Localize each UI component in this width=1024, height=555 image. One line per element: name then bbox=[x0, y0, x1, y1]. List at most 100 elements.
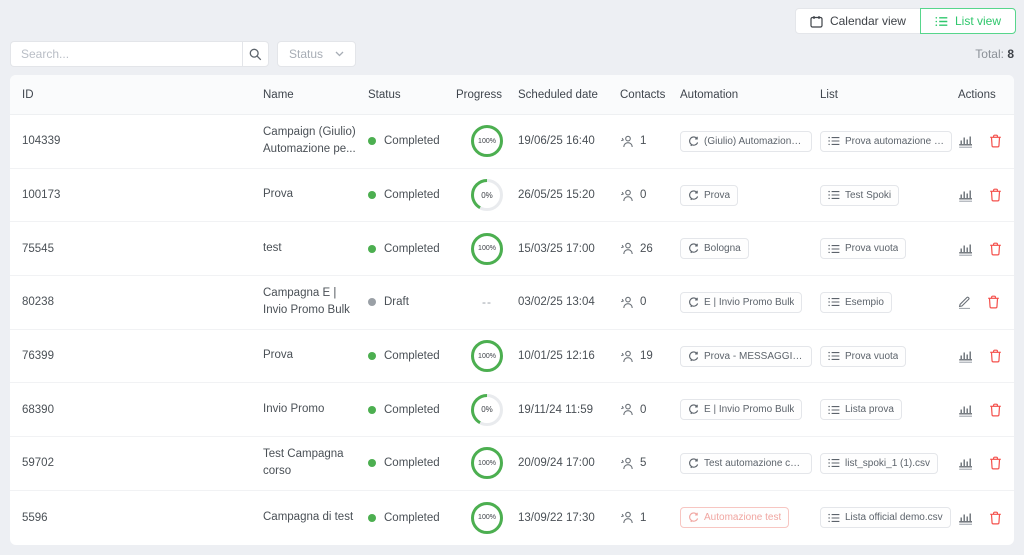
stats-button[interactable] bbox=[958, 456, 973, 470]
delete-button[interactable] bbox=[989, 511, 1002, 525]
column-header-progress: Progress bbox=[456, 89, 518, 101]
bar-chart-icon bbox=[958, 134, 973, 148]
users-icon bbox=[620, 457, 634, 470]
status-filter-select[interactable]: Status bbox=[277, 41, 356, 67]
trash-icon bbox=[989, 456, 1002, 470]
campaign-id: 76399 bbox=[22, 350, 263, 362]
progress-ring: 100% bbox=[470, 339, 504, 373]
automation-icon bbox=[688, 243, 699, 254]
status-label: Completed bbox=[384, 512, 440, 524]
delete-button[interactable] bbox=[989, 242, 1002, 256]
delete-button[interactable] bbox=[989, 349, 1002, 363]
scheduled-date: 15/03/25 17:00 bbox=[518, 243, 620, 255]
list-icon bbox=[828, 351, 840, 361]
column-header-scheduled-date: Scheduled date bbox=[518, 89, 620, 101]
automation-badge: Bologna bbox=[680, 238, 749, 259]
delete-button[interactable] bbox=[989, 456, 1002, 470]
progress-cell: 0% 0% bbox=[456, 393, 518, 427]
list-icon bbox=[828, 405, 840, 415]
total-value: 8 bbox=[1007, 47, 1014, 61]
progress-ring: 0% bbox=[470, 178, 504, 212]
bar-chart-icon bbox=[958, 188, 973, 202]
list-badge: Test Spoki bbox=[820, 185, 899, 206]
stats-button[interactable] bbox=[958, 134, 973, 148]
contacts-count: 1 bbox=[640, 135, 646, 147]
automation-label: Test automazione corso bbox=[704, 458, 804, 469]
delete-button[interactable] bbox=[989, 134, 1002, 148]
users-icon bbox=[620, 511, 634, 524]
status-dot bbox=[368, 137, 376, 145]
stats-button[interactable] bbox=[958, 242, 973, 256]
list-icon bbox=[828, 513, 840, 523]
scheduled-date: 19/11/24 11:59 bbox=[518, 404, 620, 416]
users-icon bbox=[620, 403, 634, 416]
automation-cell: Prova bbox=[680, 185, 820, 206]
list-badge: Prova vuota bbox=[820, 346, 906, 367]
progress-cell: 100% 100% bbox=[456, 446, 518, 480]
automation-badge: Test automazione corso bbox=[680, 453, 812, 474]
automation-cell: Test automazione corso bbox=[680, 453, 820, 474]
users-icon bbox=[620, 242, 634, 255]
status-label: Completed bbox=[384, 350, 440, 362]
status-label: Completed bbox=[384, 189, 440, 201]
automation-cell: Bologna bbox=[680, 238, 820, 259]
list-cell: Lista official demo.csv bbox=[820, 507, 958, 528]
automation-badge: E | Invio Promo Bulk bbox=[680, 399, 802, 420]
status-dot bbox=[368, 352, 376, 360]
stats-button[interactable] bbox=[958, 511, 973, 525]
stats-button[interactable] bbox=[958, 188, 973, 202]
status-filter-label: Status bbox=[289, 47, 323, 61]
column-header-id: ID bbox=[22, 89, 263, 101]
contacts-count: 19 bbox=[640, 350, 653, 362]
table-header: ID Name Status Progress Scheduled date C… bbox=[10, 75, 1014, 115]
column-header-name: Name bbox=[263, 89, 368, 101]
campaign-id: 80238 bbox=[22, 296, 263, 308]
progress-cell: -- -- bbox=[456, 295, 518, 309]
users-icon bbox=[620, 350, 634, 363]
search-button[interactable] bbox=[242, 41, 269, 67]
automation-label: Automazione test bbox=[704, 512, 781, 523]
contacts-count: 0 bbox=[640, 404, 646, 416]
list-icon bbox=[828, 190, 840, 200]
campaign-name: Campaign (Giulio) Automazione pe... bbox=[263, 124, 368, 159]
trash-icon bbox=[989, 403, 1002, 417]
edit-button[interactable] bbox=[958, 295, 971, 309]
delete-button[interactable] bbox=[989, 403, 1002, 417]
progress-ring: 100% bbox=[470, 501, 504, 535]
calendar-view-button[interactable]: Calendar view bbox=[795, 8, 921, 34]
status-dot bbox=[368, 459, 376, 467]
search-input[interactable] bbox=[10, 41, 242, 67]
list-label: Lista official demo.csv bbox=[845, 512, 943, 523]
list-cell: Lista prova bbox=[820, 399, 958, 420]
list-icon bbox=[828, 297, 840, 307]
automation-icon bbox=[688, 190, 699, 201]
campaign-id: 100173 bbox=[22, 189, 263, 201]
column-header-contacts: Contacts bbox=[620, 89, 680, 101]
scheduled-date: 26/05/25 15:20 bbox=[518, 189, 620, 201]
table-row: 104339 Campaign (Giulio) Automazione pe.… bbox=[10, 115, 1014, 169]
automation-badge: Automazione test bbox=[680, 507, 789, 528]
list-label: Prova vuota bbox=[845, 351, 898, 362]
delete-button[interactable] bbox=[989, 188, 1002, 202]
list-cell: Esempio bbox=[820, 292, 958, 313]
list-view-button[interactable]: List view bbox=[920, 8, 1016, 34]
automation-icon bbox=[688, 404, 699, 415]
stats-button[interactable] bbox=[958, 403, 973, 417]
status-label: Completed bbox=[384, 135, 440, 147]
table-body: 104339 Campaign (Giulio) Automazione pe.… bbox=[10, 115, 1014, 545]
status-dot bbox=[368, 191, 376, 199]
table-row: 75545 test Completed 100% 100% 15/03/25 … bbox=[10, 222, 1014, 276]
stats-button[interactable] bbox=[958, 349, 973, 363]
list-icon bbox=[828, 136, 840, 146]
delete-button[interactable] bbox=[987, 295, 1000, 309]
contacts-cell: 19 bbox=[620, 350, 680, 363]
column-header-actions: Actions bbox=[958, 89, 1014, 101]
column-header-status: Status bbox=[368, 89, 456, 101]
contacts-cell: 0 bbox=[620, 189, 680, 202]
progress-empty: -- bbox=[482, 295, 492, 309]
list-cell: Test Spoki bbox=[820, 185, 958, 206]
contacts-count: 0 bbox=[640, 296, 646, 308]
status-cell: Completed bbox=[368, 189, 456, 201]
trash-icon bbox=[989, 349, 1002, 363]
users-icon bbox=[620, 189, 634, 202]
